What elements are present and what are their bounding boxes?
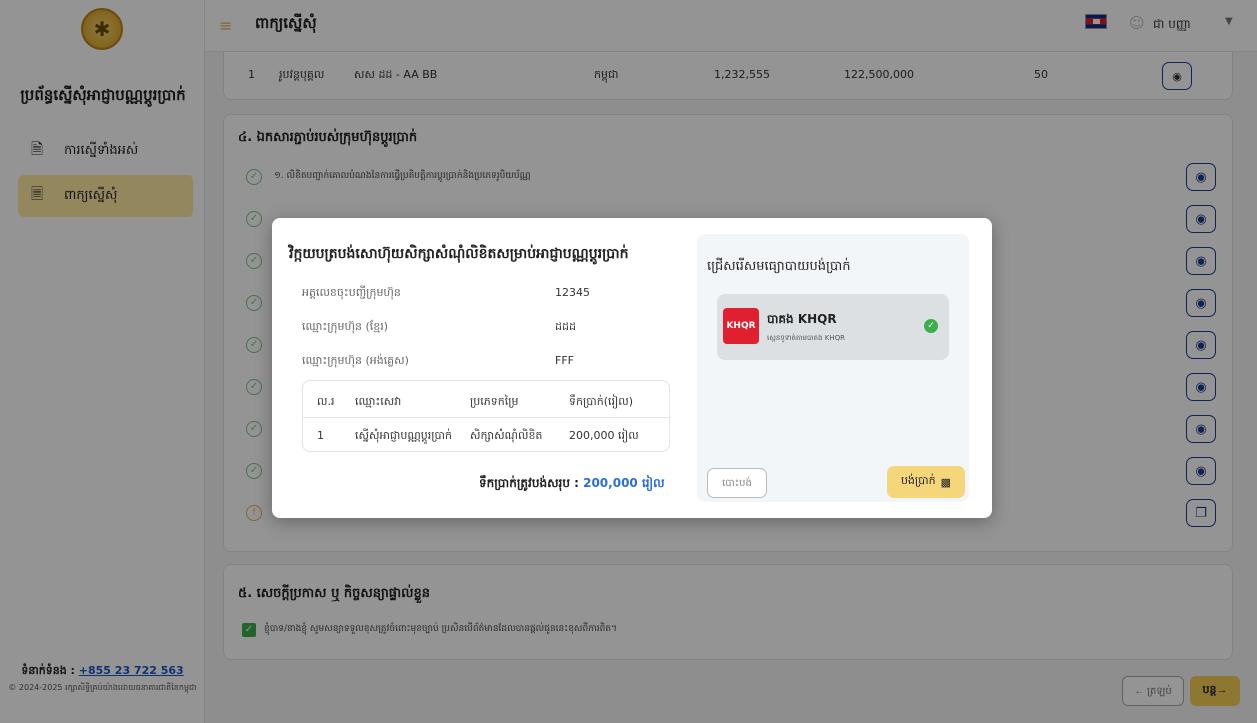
payment-option-name: បាគង KHQR <box>767 312 837 326</box>
table-header: ប្រភេទកម្រៃ <box>470 395 519 408</box>
fee-table: ល.រ ឈ្មោះសេវា ប្រភេទកម្រៃ ទឹកប្រាក់(រៀល)… <box>302 380 670 452</box>
info-value: 12345 <box>555 286 590 299</box>
payment-method-panel: ជ្រើសរើសមធ្យោបាយបង់ប្រាក់ KHQR បាគង KHQR… <box>697 234 969 502</box>
info-value: FFF <box>555 354 574 367</box>
table-header: ល.រ <box>317 395 335 408</box>
table-cell: 1 <box>317 429 324 442</box>
info-value: ដដដ <box>555 320 576 333</box>
payment-option-khqr[interactable]: KHQR បាគង KHQR ស្កេនទូទាត់តាមបាគង KHQR ✓ <box>717 294 949 360</box>
divider <box>303 417 669 418</box>
table-cell: 200,000 រៀល <box>569 429 639 442</box>
total-amount: ទឹកប្រាក់ត្រូវបង់សរុប : 200,000 រៀល <box>479 476 665 490</box>
payment-option-desc: ស្កេនទូទាត់តាមបាគង KHQR <box>767 334 845 342</box>
table-cell: ស្នើសុំអាជ្ញាបណ្ណប្តូរប្រាក់ <box>355 429 453 442</box>
info-label: ឈ្មោះក្រុមហ៊ុន (ខ្មែរ) <box>302 320 388 333</box>
pay-button[interactable]: បង់ប្រាក់ ▩ <box>887 466 965 498</box>
table-header: ទឹកប្រាក់(រៀល) <box>569 395 634 408</box>
table-header: ឈ្មោះសេវា <box>355 395 402 408</box>
cash-icon: ▩ <box>940 476 952 489</box>
table-cell: សិក្សាសំណុំលិខិត <box>470 429 543 442</box>
selected-check-icon: ✓ <box>924 319 938 333</box>
payment-modal: វិក្កយបត្របង់សោហ៊ុយសិក្សាសំណុំលិខិតសម្រា… <box>272 218 992 518</box>
info-label: ឈ្មោះក្រុមហ៊ុន (អង់គ្លេស) <box>302 354 409 367</box>
info-label: អត្តលេខចុះបញ្ជីក្រុមហ៊ុន <box>302 286 401 299</box>
cancel-button[interactable]: បោះបង់ <box>707 468 767 498</box>
modal-title: វិក្កយបត្របង់សោហ៊ុយសិក្សាសំណុំលិខិតសម្រា… <box>289 246 629 262</box>
khqr-logo-icon: KHQR <box>723 308 759 344</box>
payment-method-title: ជ្រើសរើសមធ្យោបាយបង់ប្រាក់ <box>707 259 851 274</box>
